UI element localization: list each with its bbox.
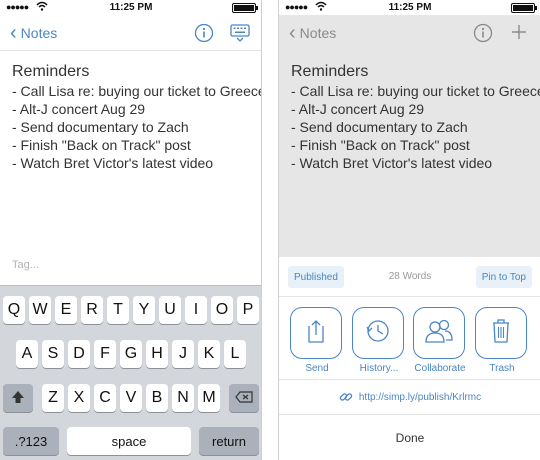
publish-link-row[interactable]: http://simp.ly/publish/Krlrmc (279, 379, 540, 415)
key-c[interactable]: C (94, 384, 116, 412)
chevron-left-icon: ‹ (10, 22, 17, 44)
collaborate-button[interactable] (413, 307, 465, 359)
collaborate-icon (424, 318, 454, 349)
info-icon[interactable] (194, 23, 214, 48)
note-text[interactable]: Reminders - Call Lisa re: buying our tic… (12, 63, 262, 172)
note-line: - Watch Bret Victor's latest video (12, 155, 214, 171)
history-label: History... (359, 363, 399, 374)
key-l[interactable]: L (224, 340, 246, 368)
note-actions-screen: ●●●●● 11:25 PM ‹ Notes Reminders - Call … (278, 0, 540, 460)
numbers-key[interactable]: .?123 (3, 427, 59, 455)
note-line: - Finish "Back on Track" post (12, 137, 191, 153)
send-button[interactable] (290, 307, 342, 359)
key-z[interactable]: Z (42, 384, 64, 412)
note-title: Reminders (291, 63, 369, 80)
back-label: Notes (299, 25, 337, 41)
key-a[interactable]: A (16, 340, 38, 368)
note-title: Reminders (12, 63, 90, 80)
note-editor-screen: ●●●●● 11:25 PM ‹ Notes Reminders - Call … (0, 0, 262, 460)
note-line: - Call Lisa re: buying our ticket to Gre… (12, 83, 262, 99)
key-h[interactable]: H (146, 340, 168, 368)
plus-icon[interactable] (510, 23, 528, 46)
trash-button[interactable] (475, 307, 527, 359)
trash-icon (490, 318, 512, 349)
done-button[interactable]: Done (279, 415, 540, 460)
note-line: - Alt-J concert Aug 29 (291, 101, 425, 117)
back-to-notes-button[interactable]: ‹ Notes (10, 23, 57, 43)
key-t[interactable]: T (107, 296, 129, 324)
shift-icon (11, 390, 25, 407)
nav-bar: ‹ Notes (279, 15, 540, 51)
history-action[interactable]: History... (352, 307, 406, 374)
key-i[interactable]: I (185, 296, 207, 324)
collaborate-action[interactable]: Collaborate (413, 307, 467, 374)
note-line: - Call Lisa re: buying our ticket to Gre… (291, 83, 540, 99)
battery-icon (232, 3, 258, 13)
key-g[interactable]: G (120, 340, 142, 368)
key-x[interactable]: X (68, 384, 90, 412)
send-icon (305, 318, 327, 349)
history-icon (364, 317, 392, 350)
info-icon[interactable] (473, 23, 493, 48)
pin-to-top-button[interactable]: Pin to Top (475, 266, 532, 288)
tag-input[interactable]: Tag... (12, 259, 39, 271)
back-to-notes-button[interactable]: ‹ Notes (289, 23, 336, 43)
key-w[interactable]: W (29, 296, 51, 324)
note-line: - Send documentary to Zach (291, 119, 468, 135)
return-key[interactable]: return (199, 427, 259, 455)
collaborate-label: Collaborate (414, 363, 466, 374)
chevron-left-icon: ‹ (289, 22, 296, 44)
battery-icon (511, 3, 537, 13)
note-line: - Finish "Back on Track" post (291, 137, 470, 153)
key-s[interactable]: S (42, 340, 64, 368)
key-r[interactable]: R (81, 296, 103, 324)
key-v[interactable]: V (120, 384, 142, 412)
key-f[interactable]: F (94, 340, 116, 368)
status-bar: ●●●●● 11:25 PM (0, 0, 261, 15)
key-n[interactable]: N (172, 384, 194, 412)
action-sheet: Published 28 Words Pin to Top Send Histo… (279, 257, 540, 460)
key-o[interactable]: O (211, 296, 233, 324)
trash-action[interactable]: Trash (475, 307, 529, 374)
key-p[interactable]: P (237, 296, 259, 324)
key-d[interactable]: D (68, 340, 90, 368)
note-line: - Send documentary to Zach (12, 119, 189, 135)
backspace-icon (235, 390, 253, 406)
backspace-key[interactable] (229, 384, 259, 412)
key-e[interactable]: E (55, 296, 77, 324)
history-button[interactable] (352, 307, 404, 359)
nav-bar: ‹ Notes (0, 15, 261, 51)
note-line: - Watch Bret Victor's latest video (291, 155, 493, 171)
send-label: Send (305, 363, 329, 374)
back-label: Notes (20, 25, 58, 41)
note-line: - Alt-J concert Aug 29 (12, 101, 146, 117)
key-k[interactable]: K (198, 340, 220, 368)
trash-label: Trash (489, 363, 515, 374)
note-text: Reminders - Call Lisa re: buying our tic… (291, 63, 540, 172)
publish-url[interactable]: http://simp.ly/publish/Krlrmc (359, 392, 481, 403)
space-key[interactable]: space (67, 427, 191, 455)
status-time: 11:25 PM (109, 2, 153, 13)
shift-key[interactable] (3, 384, 33, 412)
key-m[interactable]: M (198, 384, 220, 412)
key-u[interactable]: U (159, 296, 181, 324)
status-time: 11:25 PM (388, 2, 432, 13)
link-icon (339, 390, 353, 404)
keyboard: Q W E R T Y U I O P A S D F G H J K L Z … (0, 285, 261, 460)
status-bar: ●●●●● 11:25 PM (279, 0, 540, 15)
key-q[interactable]: Q (3, 296, 25, 324)
key-b[interactable]: B (146, 384, 168, 412)
key-j[interactable]: J (172, 340, 194, 368)
keyboard-dismiss-icon[interactable] (230, 24, 250, 47)
publish-status-row: Published 28 Words Pin to Top (279, 257, 540, 297)
key-y[interactable]: Y (133, 296, 155, 324)
send-action[interactable]: Send (290, 307, 344, 374)
